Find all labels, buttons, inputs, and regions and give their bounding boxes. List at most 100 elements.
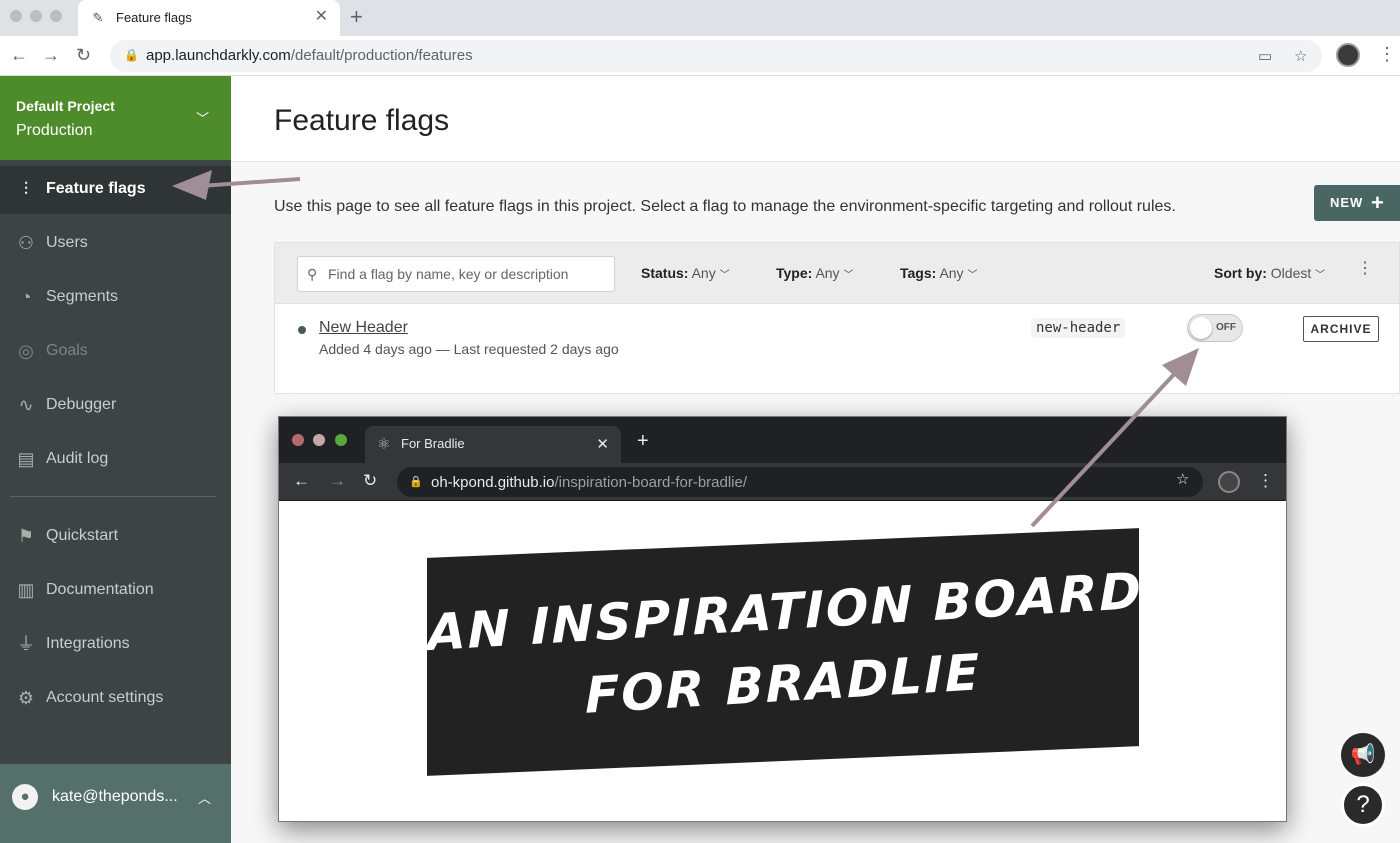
sidebar-item-label: Audit log — [46, 450, 109, 467]
preview-tab-strip: ⚛ For Bradlie ✕ + — [279, 417, 1286, 463]
chevron-down-icon: ﹀ — [843, 270, 854, 281]
users-icon: ⚇ — [17, 233, 35, 253]
sidebar-item-quickstart[interactable]: ⚑ Quickstart — [0, 513, 231, 561]
signpost-icon: ⚑ — [17, 526, 35, 546]
sidebar-item-label: Documentation — [46, 581, 154, 598]
user-avatar-icon: ● — [12, 784, 38, 810]
reload-icon[interactable]: ↻ — [76, 45, 91, 65]
preview-back-arrow-icon[interactable]: ← — [293, 472, 310, 490]
maximize-window-button[interactable] — [50, 10, 62, 22]
chevron-down-icon: ﹀ — [719, 270, 730, 281]
environment-name: Production — [16, 122, 93, 139]
react-icon: ⚛ — [377, 436, 391, 453]
browser-toolbar: ← → ↻ 🔒 app.launchdarkly.com/default/pro… — [0, 36, 1400, 76]
filter-bar: ⚲ Status: Any ﹀ Type: Any ﹀ Tags: Any ﹀ … — [274, 242, 1400, 304]
sidebar-item-label: Feature flags — [46, 180, 146, 197]
preview-forward-arrow-icon[interactable]: → — [329, 472, 346, 490]
toggle-knob — [1190, 317, 1212, 339]
sidebar-item-label: Quickstart — [46, 527, 119, 544]
sidebar: Default Project Production ﹀ ⫶ Feature f… — [0, 76, 231, 843]
sidebar-item-label: Users — [46, 234, 88, 251]
user-menu[interactable]: ● kate@theponds... ︿ — [0, 764, 231, 843]
browser-menu-icon[interactable]: ⋮ — [1378, 44, 1396, 64]
sidebar-item-goals[interactable]: ◎ Goals — [0, 328, 231, 376]
preview-reload-icon[interactable]: ↻ — [363, 472, 377, 490]
preview-address-bar[interactable]: 🔒 oh-kpond.github.io/inspiration-board-f… — [397, 467, 1203, 497]
sidebar-item-segments[interactable]: ◔ Segments — [0, 274, 231, 322]
bookmark-star-icon[interactable]: ☆ — [1294, 47, 1307, 65]
flag-toggle[interactable]: OFF — [1187, 314, 1243, 342]
cast-icon[interactable]: ▭ — [1258, 47, 1272, 65]
profile-avatar[interactable] — [1336, 43, 1360, 67]
announcements-megaphone-icon[interactable]: 📢 — [1341, 733, 1385, 777]
sidebar-item-users[interactable]: ⚇ Users — [0, 220, 231, 268]
close-window-button[interactable] — [10, 10, 22, 22]
user-email: kate@theponds... — [52, 788, 178, 805]
page-description: Use this page to see all feature flags i… — [274, 198, 1176, 215]
help-icon[interactable]: ? — [1341, 783, 1385, 827]
chevron-up-icon: ︿ — [198, 791, 212, 806]
launchdarkly-favicon-icon: ✎ — [92, 10, 104, 25]
preview-profile-avatar[interactable] — [1218, 471, 1240, 493]
type-filter[interactable]: Type: Any ﹀ — [776, 265, 853, 281]
sidebar-divider — [10, 496, 216, 497]
sidebar-item-label: Goals — [46, 342, 88, 359]
preview-toolbar: ← → ↻ 🔒 oh-kpond.github.io/inspiration-b… — [279, 463, 1286, 501]
preview-maximize-window-button[interactable] — [335, 434, 347, 446]
flag-name-link[interactable]: New Header — [319, 319, 408, 337]
back-arrow-icon[interactable]: ← — [10, 45, 28, 65]
browser-tab-strip: ✎ Feature flags ✕ + — [0, 0, 1400, 36]
pulse-icon: ∿ — [18, 395, 34, 415]
page-header: Feature flags — [231, 76, 1400, 162]
minimize-window-button[interactable] — [30, 10, 42, 22]
tab-close-icon[interactable]: ✕ — [315, 9, 328, 25]
flag-meta: Added 4 days ago — Last requested 2 days… — [319, 341, 619, 357]
audit-icon: ▤ — [17, 449, 35, 469]
sort-dropdown[interactable]: Sort by: Oldest ﹀ — [1214, 265, 1325, 281]
flag-row[interactable]: New Header Added 4 days ago — Last reque… — [274, 304, 1400, 394]
new-flag-button[interactable]: NEW + — [1314, 185, 1400, 221]
sidebar-item-account-settings[interactable]: ⚙ Account settings — [0, 675, 231, 723]
flag-search[interactable]: ⚲ — [297, 256, 615, 292]
preview-tab-close-icon[interactable]: ✕ — [596, 435, 609, 453]
preview-browser-window: ⚛ For Bradlie ✕ + ← → ↻ 🔒 oh-kpond.githu… — [278, 416, 1287, 822]
page-title: Feature flags — [274, 104, 450, 137]
chevron-down-icon: ﹀ — [196, 111, 210, 126]
sidebar-item-feature-flags[interactable]: ⫶ Feature flags — [0, 166, 231, 214]
preview-close-window-button[interactable] — [292, 434, 304, 446]
preview-tab-title: For Bradlie — [401, 436, 465, 451]
status-filter[interactable]: Status: Any ﹀ — [641, 265, 730, 281]
project-switcher[interactable]: Default Project Production ﹀ — [0, 76, 231, 160]
sliders-icon: ⫶ — [23, 179, 29, 199]
flag-key: new-header — [1031, 318, 1126, 338]
chevron-down-icon: ﹀ — [1315, 270, 1326, 281]
browser-tab[interactable]: ✎ Feature flags ✕ — [78, 0, 340, 36]
sidebar-item-audit-log[interactable]: ▤ Audit log — [0, 436, 231, 484]
forward-arrow-icon[interactable]: → — [42, 45, 60, 65]
url-text: app.launchdarkly.com/default/production/… — [146, 47, 473, 64]
preview-lock-icon: 🔒 — [409, 476, 423, 488]
new-tab-button[interactable]: + — [350, 6, 363, 28]
tags-filter[interactable]: Tags: Any ﹀ — [900, 265, 977, 281]
preview-new-tab-button[interactable]: + — [637, 431, 649, 451]
sidebar-item-debugger[interactable]: ∿ Debugger — [0, 382, 231, 430]
preview-bookmark-star-icon[interactable]: ☆ — [1176, 470, 1189, 488]
flag-status-dot — [298, 326, 306, 334]
preview-tab[interactable]: ⚛ For Bradlie ✕ — [365, 426, 621, 463]
sidebar-item-documentation[interactable]: ▥ Documentation — [0, 567, 231, 615]
preview-url-text: oh-kpond.github.io/inspiration-board-for… — [431, 474, 748, 491]
preview-menu-icon[interactable]: ⋮ — [1257, 472, 1274, 490]
sidebar-item-label: Debugger — [46, 396, 117, 413]
lock-icon: 🔒 — [124, 48, 139, 62]
sidebar-item-integrations[interactable]: ⏚ Integrations — [0, 621, 231, 669]
search-icon: ⚲ — [307, 266, 318, 282]
tab-title: Feature flags — [116, 10, 192, 25]
new-flag-label: NEW — [1330, 195, 1364, 210]
preview-minimize-window-button[interactable] — [313, 434, 325, 446]
address-bar[interactable]: 🔒 app.launchdarkly.com/default/productio… — [110, 40, 1322, 72]
search-input[interactable] — [328, 263, 608, 285]
archive-button[interactable]: ARCHIVE — [1303, 316, 1379, 342]
chevron-down-icon: ﹀ — [967, 270, 978, 281]
toggle-state-label: OFF — [1216, 322, 1236, 333]
more-options-icon[interactable]: ⋮ — [1357, 261, 1373, 277]
